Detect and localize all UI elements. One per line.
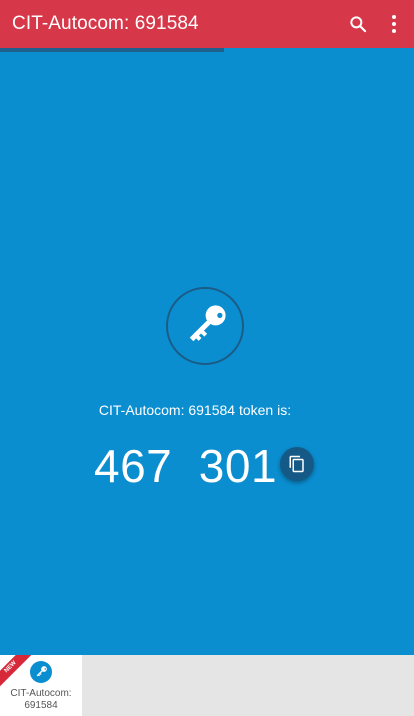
account-strip: NEW CIT-Autocom: 691584 — [0, 655, 414, 716]
key-icon — [30, 661, 52, 683]
copy-button[interactable] — [280, 447, 314, 481]
token-label: CIT-Autocom: 691584 token is: — [98, 402, 292, 418]
app-bar: CIT-Autocom: 691584 — [0, 0, 414, 48]
app-bar-title: CIT-Autocom: 691584 — [12, 13, 199, 34]
token-code[interactable]: 467 301 — [94, 439, 277, 493]
search-icon[interactable] — [346, 12, 370, 36]
more-vert-icon[interactable] — [382, 12, 406, 36]
account-name-line2: 691584 — [24, 700, 58, 711]
account-name-line1: CIT-Autocom: — [10, 688, 72, 699]
copy-icon — [289, 455, 304, 473]
account-tile[interactable]: NEW CIT-Autocom: 691584 — [0, 655, 82, 716]
new-badge: NEW — [0, 655, 32, 688]
account-tile-label: CIT-Autocom: 691584 — [0, 688, 82, 712]
token-panel: CIT-Autocom: 691584 token is: 467 301 — [0, 52, 414, 655]
key-icon — [166, 287, 244, 365]
